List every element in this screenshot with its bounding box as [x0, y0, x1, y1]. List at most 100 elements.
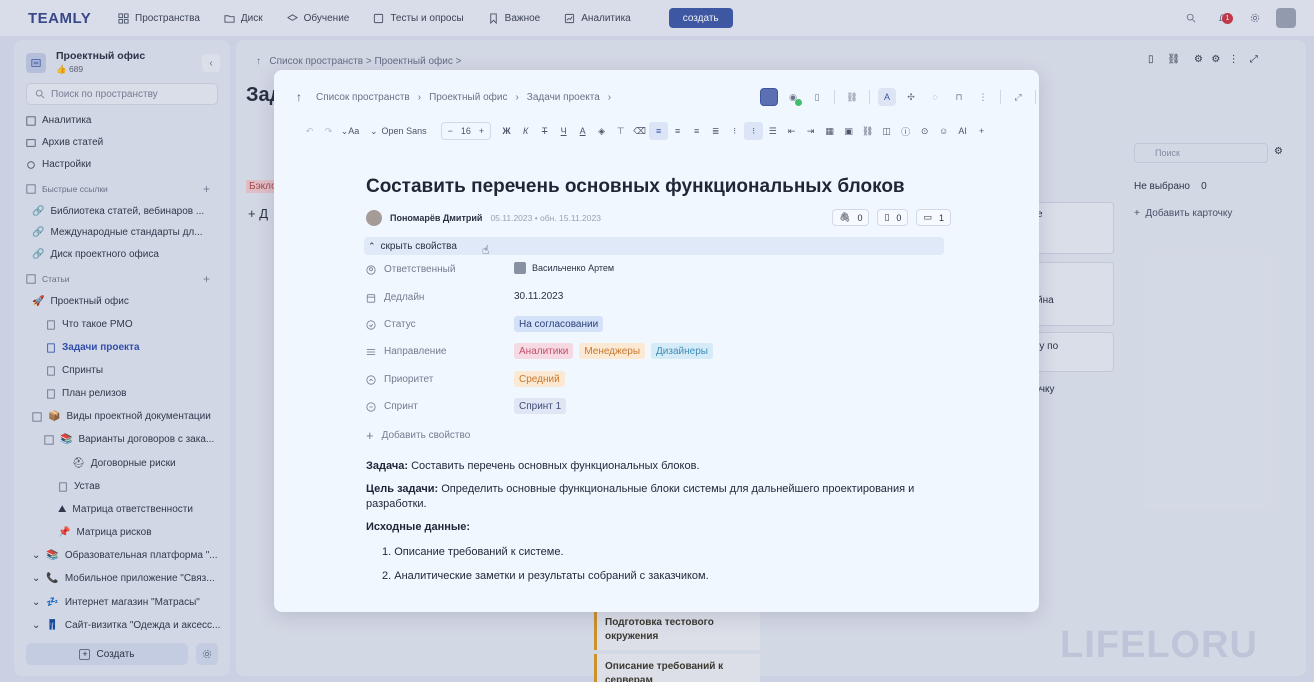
attachments-count: 0 [857, 212, 863, 223]
link-icon: ⛓ [846, 91, 858, 102]
author-name[interactable]: Пономарёв Дмитрий [390, 213, 482, 223]
strikethrough-button[interactable]: Т [535, 122, 554, 140]
breadcrumb-link[interactable]: Список пространств [316, 92, 410, 103]
body-task-text: Составить перечень основных функциональн… [411, 460, 700, 472]
task-modal: ↑ Список пространств › Проектный офис › За… [274, 70, 1039, 612]
numbered-list-button[interactable]: ⁝ [744, 122, 764, 140]
font-family-value: Open Sans [381, 126, 427, 136]
format-paint-button[interactable]: ⊤ [611, 122, 630, 140]
minus-icon[interactable]: − [448, 126, 453, 136]
font-size-value: 16 [460, 126, 471, 136]
author-avatar-button[interactable] [760, 88, 778, 106]
body-list-item[interactable]: 1. Описание требований к системе. [382, 545, 972, 560]
deadline-value[interactable]: 30.11.2023 [514, 291, 563, 302]
sprint-value[interactable]: Спринт 1 [514, 398, 567, 414]
cursor-pointer-icon: ☝ [481, 243, 490, 257]
list-icon [366, 348, 376, 355]
watch-button[interactable]: ◉ [784, 88, 802, 106]
table-button[interactable]: ▦ [820, 122, 839, 140]
comment-button[interactable]: ◌ [926, 88, 944, 106]
bullet-list-button[interactable]: ⁝ [725, 122, 744, 140]
author-avatar[interactable] [366, 210, 382, 226]
comment-icon: ◌ [932, 92, 938, 102]
prop-assignee-label: Ответственный [384, 264, 456, 275]
code-button[interactable]: ⊙ [915, 122, 934, 140]
bold-button[interactable]: Ж [497, 122, 516, 140]
arrow-up-icon[interactable]: ↑ [296, 90, 302, 104]
ai-button[interactable]: AI [953, 122, 972, 140]
add-property-button[interactable]: + Добавить свойство [366, 428, 470, 443]
plus-icon: + [978, 126, 985, 136]
puzzle-button[interactable]: ✣ [902, 88, 920, 106]
expand-icon: ⤢ [1014, 91, 1022, 102]
prop-status: Статус [366, 319, 416, 330]
link-button[interactable]: ⛓ [843, 88, 861, 106]
indent-button[interactable]: ⇥ [801, 122, 820, 140]
priority-tag: Средний [514, 371, 565, 387]
priority-value[interactable]: Средний [514, 371, 565, 387]
info-button[interactable]: ⓘ [896, 122, 915, 140]
highlight-button[interactable]: ◈ [592, 122, 611, 140]
body-input-heading[interactable]: Исходные данные: [366, 520, 956, 535]
status-tag: На согласовании [514, 316, 604, 332]
image-button[interactable]: ▣ [839, 122, 858, 140]
body-goal-line[interactable]: Цель задачи: Определить основные функцио… [366, 482, 956, 512]
align-right-button[interactable]: ≡ [687, 122, 706, 140]
text-style-button[interactable]: A [878, 88, 896, 106]
folder-count: 1 [938, 212, 944, 223]
insert-more-button[interactable]: + [972, 122, 991, 140]
align-center-button[interactable]: ≡ [668, 122, 687, 140]
fill-drop-icon: ◈ [598, 125, 606, 136]
breadcrumb-link[interactable]: Задачи проекта [527, 92, 600, 103]
clear-format-button[interactable]: ⌫ [630, 122, 649, 140]
indent-icon: ⇥ [806, 125, 815, 136]
checklist-button[interactable]: ☰ [763, 122, 782, 140]
font-family-select[interactable]: ⌄ Open Sans [362, 126, 435, 137]
font-size-stepper[interactable]: − 16 + [440, 122, 492, 140]
numbered-list-icon: ⁝ [752, 125, 756, 136]
modal-breadcrumb: ↑ Список пространств › Проектный офис › За… [296, 90, 611, 104]
attachments-counter[interactable]: 🖇 0 [832, 209, 870, 226]
task-title[interactable]: Составить перечень основных функциональн… [366, 176, 905, 198]
embed-button[interactable]: ◫ [877, 122, 896, 140]
emoji-button[interactable]: ☺ [934, 122, 953, 140]
body-list-item[interactable]: 2. Аналитические заметки и результаты со… [382, 569, 972, 584]
undo-button[interactable]: ↶ [300, 122, 319, 140]
status-value[interactable]: На согласовании [514, 316, 604, 332]
direction-value[interactable]: Аналитики Менеджеры Дизайнеры [514, 343, 713, 359]
italic-button[interactable]: К [516, 122, 535, 140]
prop-priority-label: Приоритет [384, 374, 434, 385]
align-justify-icon: ≣ [711, 125, 720, 136]
folder-icon: ▭ [923, 212, 932, 222]
body-goal-text: Определить основные функциональные блоки… [366, 483, 915, 510]
body-task-label: Задача: [366, 460, 409, 472]
hide-properties-toggle[interactable]: ⌃ скрыть свойства ☝ [364, 237, 944, 257]
align-left-button[interactable]: ≡ [649, 122, 669, 140]
lock-icon: ⊓ [955, 91, 963, 102]
prop-status-label: Статус [384, 319, 416, 330]
editor-toolbar: ↶ ↷ ⌄ Aa ⌄ Open Sans − 16 + Ж К Т Ч A ◈ ⊤ … [300, 122, 991, 140]
text-color-button[interactable]: A [573, 122, 592, 140]
direction-tag-designers: Дизайнеры [651, 343, 713, 359]
puzzle-icon: ✣ [907, 91, 915, 102]
expand-button[interactable]: ⤢ [1009, 88, 1027, 106]
text-type-dropdown[interactable]: ⌄ Aa [338, 122, 362, 140]
assignee-value[interactable]: Васильченко Артем [514, 262, 614, 274]
more-button[interactable]: ⋮ [974, 88, 992, 106]
outdent-button[interactable]: ⇤ [782, 122, 801, 140]
align-justify-button[interactable]: ≣ [706, 122, 725, 140]
redo-button[interactable]: ↷ [319, 122, 338, 140]
pages-counter[interactable]: ▯ 0 [877, 209, 909, 226]
align-left-icon: ≡ [655, 126, 662, 136]
body-task-line[interactable]: Задача: Составить перечень основных функ… [366, 459, 956, 474]
underline-button[interactable]: Ч [554, 122, 573, 140]
more-icon: ⋮ [978, 91, 988, 102]
insert-link-button[interactable]: ⛓ [858, 122, 877, 140]
status-dot [795, 99, 802, 106]
folder-counter[interactable]: ▭ 1 [916, 209, 951, 226]
prop-priority: Приоритет [366, 374, 433, 385]
breadcrumb-link[interactable]: Проектный офис [429, 92, 507, 103]
bookmark-button[interactable]: ▯ [808, 88, 826, 106]
plus-icon[interactable]: + [479, 126, 484, 136]
lock-button[interactable]: ⊓ [950, 88, 968, 106]
